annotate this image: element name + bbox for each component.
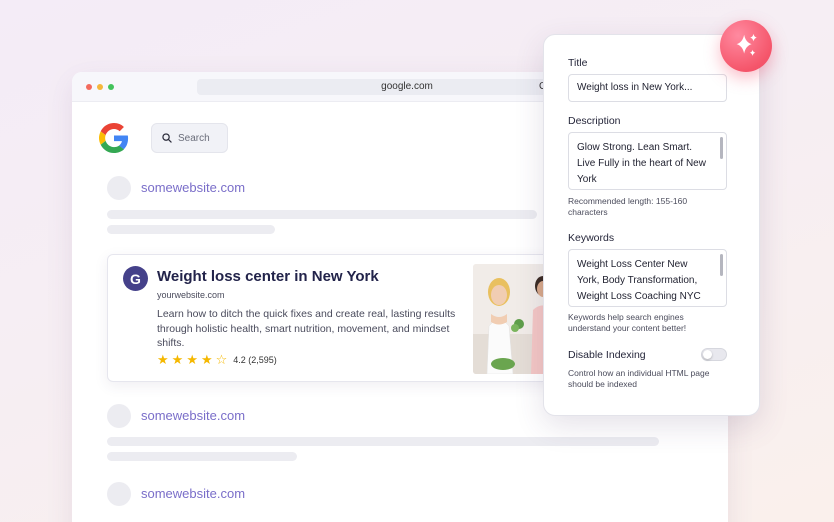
- minimize-window-dot[interactable]: [97, 84, 103, 90]
- maximize-window-dot[interactable]: [108, 84, 114, 90]
- indexing-label: Disable Indexing: [568, 349, 646, 361]
- result-line-placeholder: [107, 452, 297, 461]
- result-site-link[interactable]: somewebsite.com: [141, 180, 245, 195]
- star-filled-icon: ★: [157, 352, 169, 367]
- close-window-dot[interactable]: [86, 84, 92, 90]
- result-line-placeholder: [107, 210, 537, 219]
- keywords-hint: Keywords help search engines understand …: [568, 312, 687, 333]
- ai-sparkle-button[interactable]: [720, 20, 772, 72]
- sparkle-icon: [736, 33, 757, 56]
- keywords-label: Keywords: [568, 232, 615, 244]
- search-icon: [162, 133, 172, 143]
- result-rating: ★ ★ ★ ★ ☆ 4.2 (2,595): [157, 353, 277, 366]
- result-site-link[interactable]: somewebsite.com: [141, 408, 245, 423]
- indexing-hint: Control how an individual HTML page shou…: [568, 368, 710, 389]
- star-filled-icon: ★: [171, 352, 184, 367]
- description-hint: Recommended length: 155-160 characters: [568, 196, 688, 217]
- description-label: Description: [568, 115, 621, 127]
- result-site-link[interactable]: somewebsite.com: [141, 486, 245, 501]
- result-favicon-placeholder: [107, 482, 131, 506]
- keywords-scrollbar[interactable]: [720, 254, 723, 276]
- star-filled-icon: ★: [186, 352, 198, 367]
- star-empty-icon: ☆: [215, 352, 228, 367]
- featured-result-card[interactable]: G Weight loss center in New York yourweb…: [107, 254, 577, 382]
- search-input[interactable]: Search: [151, 123, 228, 153]
- description-textarea-value: Glow Strong. Lean Smart. Live Fully in t…: [577, 142, 706, 185]
- star-filled-icon: ★: [200, 352, 213, 367]
- description-scrollbar[interactable]: [720, 137, 723, 159]
- seo-settings-panel: Title Weight loss in New York... Descrip…: [543, 34, 760, 416]
- site-badge: G: [123, 266, 148, 291]
- result-favicon-placeholder: [107, 404, 131, 428]
- result-line-placeholder: [107, 437, 659, 446]
- result-line-placeholder: [107, 225, 275, 234]
- keywords-textarea[interactable]: Weight Loss Center New York, Body Transf…: [568, 249, 727, 307]
- result-description: Learn how to ditch the quick fixes and c…: [157, 308, 456, 349]
- description-textarea[interactable]: Glow Strong. Lean Smart. Live Fully in t…: [568, 132, 727, 190]
- result-title[interactable]: Weight loss center in New York: [157, 268, 379, 285]
- title-input-value: Weight loss in New York...: [577, 82, 693, 93]
- title-label: Title: [568, 57, 588, 69]
- keywords-textarea-value: Weight Loss Center New York, Body Transf…: [577, 259, 701, 302]
- address-bar-url: google.com: [381, 81, 433, 92]
- rating-text: 4.2 (2,595): [233, 354, 277, 365]
- title-input[interactable]: Weight loss in New York...: [568, 74, 727, 102]
- disable-indexing-toggle[interactable]: [701, 348, 727, 361]
- google-logo-icon: [99, 123, 129, 153]
- result-favicon-placeholder: [107, 176, 131, 200]
- search-placeholder: Search: [178, 132, 210, 144]
- toggle-knob: [703, 350, 712, 359]
- result-url[interactable]: yourwebsite.com: [157, 290, 225, 300]
